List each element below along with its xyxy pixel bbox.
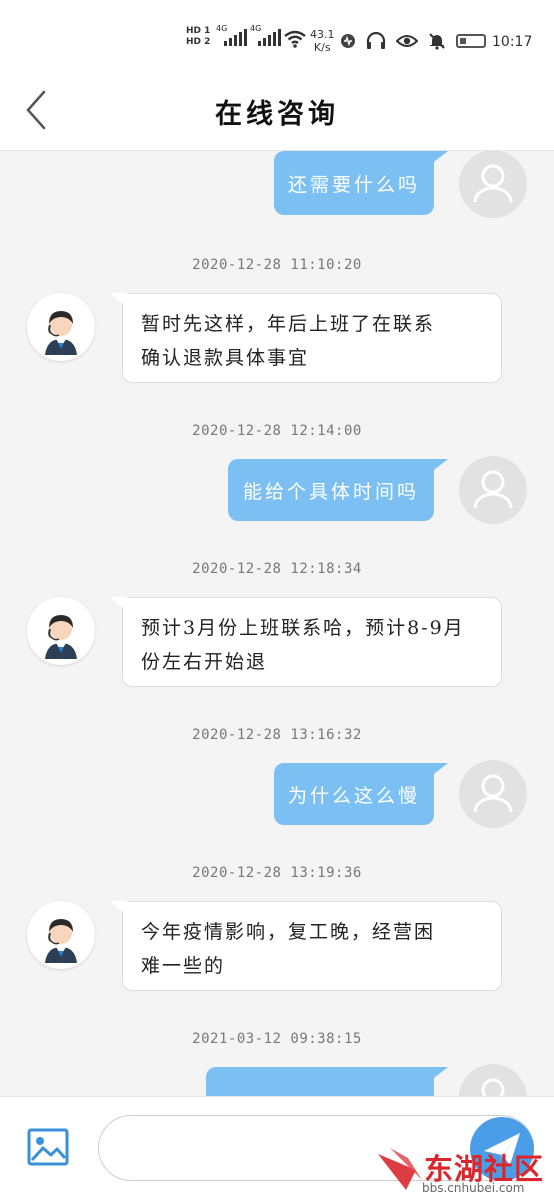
page-title: 在线咨询 [215, 99, 339, 130]
network-type-2: 4G [250, 24, 262, 33]
message-bubble[interactable]: 暂时先这样，年后上班了在联系 确认退款具体事宜 [109, 293, 502, 383]
message-incoming: 预计3月份上班联系哈，预计8-9月 份左右开始退 [0, 597, 554, 697]
agent-avatar[interactable] [27, 901, 95, 969]
message-incoming: 今年疫情影响，复工晚，经营困 难一些的 [0, 901, 554, 1001]
user-icon [473, 774, 513, 813]
message-line: 预计3月份上班联系哈，预计8-9月 [141, 617, 465, 639]
headphones-icon [366, 32, 386, 49]
hd1-label: HD 1 [186, 26, 211, 36]
user-avatar[interactable] [459, 151, 527, 218]
user-icon [481, 1078, 505, 1096]
message-outgoing [0, 1064, 554, 1096]
message-timestamp: 2020-12-28 12:14:00 [192, 423, 362, 439]
customer-service-agent-icon [45, 615, 77, 659]
watermark-url: bbs.cnhubei.com [422, 1181, 525, 1195]
message-incoming: 暂时先这样，年后上班了在联系 确认退款具体事宜 [0, 293, 554, 393]
message-bubble[interactable]: 预计3月份上班联系哈，预计8-9月 份左右开始退 [109, 597, 502, 687]
wifi-icon [284, 30, 306, 48]
message-outgoing: 还需要什么吗 [0, 151, 554, 221]
image-icon [27, 1128, 69, 1166]
image-picker-button[interactable] [26, 1127, 70, 1167]
agent-avatar[interactable] [27, 597, 95, 665]
message-timestamp: 2020-12-28 13:19:36 [192, 865, 362, 881]
message-timestamp: 2020-12-28 12:18:34 [192, 561, 362, 577]
message-bubble[interactable]: 今年疫情影响，复工晚，经营困 难一些的 [109, 901, 502, 991]
user-icon [473, 470, 513, 509]
chat-area[interactable]: 还需要什么吗 2020-12-28 11:10:20 暂时先这样，年后上班了在联… [0, 151, 554, 1096]
speed-value: 43.1 [310, 28, 335, 41]
message-bubble[interactable]: 为什么这么慢 [274, 763, 448, 825]
message-outgoing: 能给个具体时间吗 [0, 456, 554, 527]
message-line: 难一些的 [141, 955, 226, 977]
user-avatar[interactable] [459, 456, 527, 524]
message-timestamp: 2021-03-12 09:38:15 [192, 1031, 362, 1047]
mute-bell-icon [429, 33, 445, 50]
battery-icon [456, 34, 486, 48]
speed-unit: K/s [313, 41, 331, 54]
eye-icon [396, 35, 418, 47]
signal-icon: 4G [216, 24, 247, 46]
message-line: 份左右开始退 [141, 651, 268, 673]
message-outgoing: 为什么这么慢 [0, 760, 554, 831]
user-avatar[interactable] [459, 760, 527, 828]
nav-bar: 在线咨询 [0, 70, 554, 151]
status-icons [340, 32, 486, 50]
message-bubble[interactable]: 还需要什么吗 [274, 151, 448, 215]
clock: 10:17 [492, 34, 533, 50]
message-line: 暂时先这样，年后上班了在联系 [141, 313, 436, 335]
message-line: 确认退款具体事宜 [141, 347, 310, 369]
hd-indicator: HD 1 HD 2 [186, 26, 210, 48]
message-bubble[interactable] [206, 1067, 448, 1096]
message-timestamp: 2020-12-28 11:10:20 [192, 257, 362, 273]
user-icon [473, 164, 513, 203]
customer-service-agent-icon [45, 311, 77, 355]
customer-service-agent-icon [45, 919, 77, 963]
message-bubble[interactable]: 能给个具体时间吗 [228, 459, 448, 521]
message-line: 今年疫情影响，复工晚，经营困 [141, 921, 436, 943]
hd2-label: HD 2 [186, 37, 211, 47]
user-avatar[interactable] [459, 1064, 527, 1096]
status-bar: HD 1 HD 2 4G 4G 43.1 K/s 10:17 [0, 0, 554, 70]
network-speed: 43.1 K/s [310, 28, 335, 54]
message-timestamp: 2020-12-28 13:16:32 [192, 727, 362, 743]
network-type-1: 4G [216, 24, 228, 33]
data-icon [341, 34, 355, 48]
agent-avatar[interactable] [27, 293, 95, 361]
signal-icon: 4G [250, 24, 281, 46]
